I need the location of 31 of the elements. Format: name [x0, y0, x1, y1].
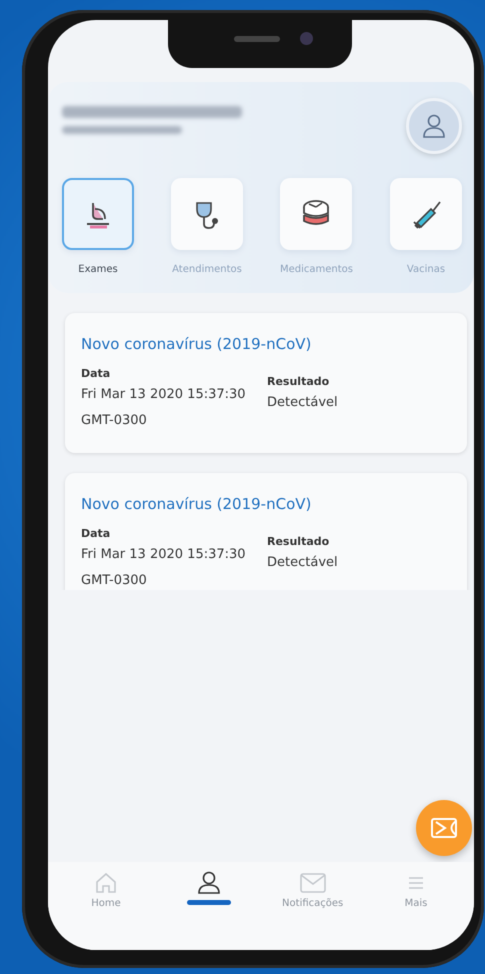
result-label: Resultado [267, 534, 330, 550]
exam-title: Novo coronavírus (2019-nCoV) [81, 494, 312, 515]
result-card[interactable]: Novo coronavírus (2019-nCoV) Data Fri Mar 13 2020 15:37:30 GMT-0300 Resultado Detectável [65, 313, 467, 453]
nav-tab[interactable]: Home [66, 870, 146, 950]
user-icon [196, 870, 222, 896]
profile-button[interactable] [406, 98, 462, 154]
speaker-grille [234, 36, 280, 42]
date-value: Fri Mar 13 2020 15:37:30 GMT-0300 [81, 546, 247, 590]
envelope-icon [431, 818, 457, 838]
home-icon [93, 870, 119, 896]
nav-tab[interactable]: Notificações [272, 870, 353, 950]
camera-lens [300, 32, 313, 45]
category-tile[interactable] [280, 178, 352, 250]
envelope-icon [300, 870, 326, 896]
result-value: Detectável [267, 554, 338, 572]
result-label: Resultado [267, 374, 330, 390]
user-icon [421, 113, 447, 139]
result-value: Detectável [267, 394, 338, 412]
date-label: Data [81, 366, 112, 382]
date-label: Data [81, 526, 112, 542]
result-card[interactable]: Novo coronavírus (2019-nCoV) Data Fri Mar 13 2020 15:37:30 GMT-0300 Resultado Detectável [65, 473, 467, 590]
category-tile[interactable] [62, 178, 134, 250]
category-label: Atendimentos [172, 263, 242, 277]
category-label: Medicamentos [280, 263, 353, 277]
category-tile[interactable] [390, 178, 462, 250]
nav-tab[interactable]: Mais [376, 870, 456, 950]
category-label: Vacinas [406, 263, 446, 277]
date-value: Fri Mar 13 2020 15:37:30 GMT-0300 [81, 386, 247, 430]
category-label: Exames [78, 263, 118, 277]
exam-title: Novo coronavírus (2019-nCoV) [81, 334, 312, 355]
category-tile[interactable] [170, 178, 243, 250]
